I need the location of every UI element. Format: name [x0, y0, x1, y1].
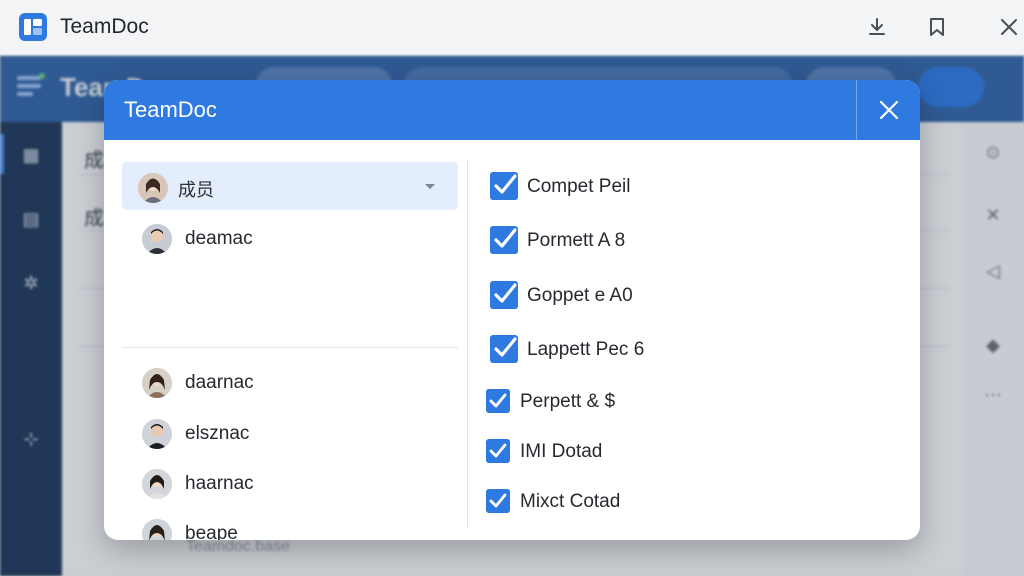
chevron-down-icon [425, 184, 435, 189]
list-item[interactable]: beape [122, 509, 458, 540]
dialog-header: TeamDoc [104, 80, 920, 140]
app-logo-icon [19, 13, 47, 41]
list-divider [122, 347, 458, 348]
avatar [142, 419, 172, 449]
avatar [142, 368, 172, 398]
permission-label: Pormett A 8 [527, 230, 626, 251]
avatar [142, 469, 172, 499]
permission-label: Compet Peil [527, 176, 631, 197]
checkbox-checked-icon [490, 226, 518, 254]
close-icon [1001, 19, 1017, 35]
bookmark-button[interactable] [924, 14, 950, 40]
checkbox-checked-icon [486, 389, 510, 413]
member-list: 成员 deamac daarnac elsznac haarnac beape [122, 160, 458, 540]
title-bar: TeamDoc [0, 0, 1024, 56]
permission-label: Lappett Pec 6 [527, 339, 645, 360]
list-item[interactable]: elsznac [122, 409, 458, 457]
permission-label: Goppet e A0 [527, 285, 633, 306]
member-name: daarnac [185, 372, 254, 393]
list-item[interactable]: haarnac [122, 459, 458, 507]
dialog-title: TeamDoc [124, 97, 217, 122]
window-close-button[interactable] [996, 14, 1022, 40]
list-item[interactable]: deamac [122, 214, 458, 262]
pane-divider [467, 160, 468, 528]
checkbox-checked-icon [490, 172, 518, 200]
role-dropdown[interactable]: 成员 [122, 162, 458, 210]
member-name: deamac [185, 228, 253, 249]
download-icon [869, 18, 885, 35]
avatar [142, 224, 172, 254]
dropdown-label: 成员 [178, 180, 214, 200]
checkbox-checked-icon [486, 489, 510, 513]
permission-label: IMI Dotad [520, 441, 603, 462]
dialog-close-button[interactable] [856, 80, 920, 140]
bookmark-icon [930, 18, 944, 36]
member-name: haarnac [185, 473, 254, 494]
close-icon [879, 100, 898, 120]
permission-label: Perpett & $ [520, 391, 616, 412]
download-button[interactable] [864, 14, 890, 40]
member-name: beape [185, 523, 238, 540]
checkbox-checked-icon [490, 335, 518, 363]
permissions-dialog: TeamDoc 成员 deamac daarnac elsznac haarna… [104, 80, 920, 540]
list-item[interactable]: daarnac [122, 358, 458, 406]
window-title: TeamDoc [60, 15, 149, 38]
checkbox-checked-icon [490, 281, 518, 309]
avatar [138, 173, 168, 203]
permission-label: Mixct Cotad [520, 491, 621, 512]
avatar [142, 519, 172, 540]
member-name: elsznac [185, 423, 250, 444]
checkbox-checked-icon [486, 439, 510, 463]
